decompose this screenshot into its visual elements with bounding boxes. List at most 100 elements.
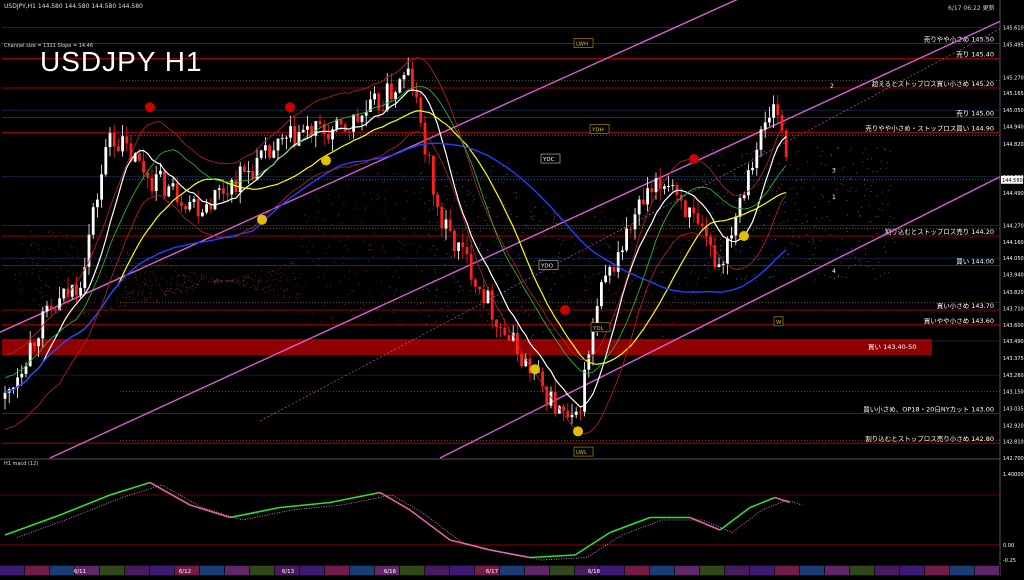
- cloud-dot: [813, 240, 815, 242]
- cloud-dot: [662, 271, 663, 273]
- cloud-dot: [560, 275, 562, 277]
- cloud-dot: [712, 231, 714, 233]
- y-tick-label: 145.050: [1003, 108, 1024, 114]
- cloud-dot: [759, 210, 761, 212]
- candle-body: [280, 138, 284, 140]
- cloud-dot: [266, 280, 268, 282]
- candle-body: [301, 129, 305, 133]
- cloud-dot: [687, 239, 689, 241]
- candle-body: [201, 212, 204, 217]
- cloud-dot: [393, 308, 395, 310]
- cloud-dot: [848, 267, 849, 269]
- date-strip-cell: [300, 566, 324, 575]
- cloud-dot: [118, 276, 119, 278]
- cloud-dot: [495, 237, 497, 239]
- cloud-dot: [790, 164, 792, 166]
- cloud-dot: [662, 336, 664, 338]
- cloud-dot: [160, 263, 162, 265]
- cloud-dot: [650, 270, 652, 271]
- cloud-dot: [268, 271, 270, 273]
- cloud-dot: [197, 284, 199, 286]
- candle-body: [327, 133, 330, 140]
- cloud-dot: [723, 256, 725, 258]
- cloud-dot: [248, 277, 250, 279]
- cloud-dot: [400, 248, 402, 250]
- cloud-dot: [718, 165, 720, 167]
- cloud-dot: [331, 315, 333, 317]
- candle-body: [469, 254, 473, 280]
- candle-body: [108, 132, 112, 147]
- cloud-dot: [189, 272, 191, 274]
- cloud-dot: [282, 296, 284, 298]
- cloud-dot: [24, 237, 26, 239]
- candle-body: [180, 202, 183, 206]
- cloud-dot: [545, 212, 547, 214]
- cloud-dot: [154, 260, 156, 262]
- cloud-dot: [506, 294, 508, 296]
- candle-body: [692, 207, 696, 214]
- cloud-dot: [435, 303, 437, 305]
- cloud-dot: [851, 147, 852, 149]
- cloud-dot: [533, 261, 535, 263]
- candle-body: [385, 83, 389, 111]
- cloud-dot: [83, 311, 85, 313]
- cloud-dot: [15, 274, 16, 276]
- level-label: 売りやや小さめ 145.50: [924, 35, 994, 44]
- cloud-dot: [47, 287, 49, 289]
- cloud-dot: [541, 287, 543, 289]
- candle-body: [784, 130, 788, 158]
- cloud-dot: [149, 280, 151, 282]
- cloud-dot: [597, 272, 599, 274]
- candle-body: [742, 195, 746, 199]
- candle-body: [167, 186, 171, 197]
- cloud-dot: [105, 277, 107, 279]
- cloud-dot: [453, 314, 455, 316]
- cloud-dot: [238, 277, 240, 279]
- cloud-dot: [862, 161, 863, 163]
- cloud-dot: [610, 228, 612, 230]
- date-strip-cell: [675, 566, 699, 575]
- cloud-dot: [93, 280, 94, 281]
- cloud-dot: [53, 260, 55, 262]
- cloud-dot: [791, 277, 792, 279]
- cloud-dot: [614, 292, 616, 294]
- candle-body: [293, 126, 297, 146]
- candle-body: [238, 166, 242, 193]
- cloud-dot: [608, 245, 610, 247]
- cloud-dot: [615, 292, 617, 294]
- cloud-dot: [506, 174, 508, 175]
- cloud-dot: [708, 262, 710, 264]
- y-tick-label: 144.270: [1003, 224, 1024, 230]
- cloud-dot: [402, 244, 404, 246]
- cloud-dot: [112, 267, 114, 269]
- cloud-dot: [351, 290, 353, 291]
- candle-body: [125, 136, 129, 144]
- cloud-dot: [164, 291, 166, 292]
- cloud-dot: [796, 180, 797, 182]
- cloud-dot: [477, 251, 479, 253]
- cloud-dot: [465, 204, 467, 206]
- cloud-dot: [217, 279, 219, 281]
- cloud-dot: [692, 249, 694, 251]
- cloud-dot: [119, 288, 121, 290]
- cloud-dot: [817, 273, 819, 275]
- cloud-dot: [238, 280, 240, 282]
- cloud-dot: [161, 288, 163, 290]
- cloud-dot: [334, 262, 336, 264]
- cloud-dot: [694, 261, 696, 263]
- cloud-dot: [579, 300, 581, 302]
- cloud-dot: [704, 277, 706, 279]
- cloud-dot: [806, 234, 808, 236]
- cloud-dot: [301, 245, 302, 247]
- cloud-dot: [855, 256, 856, 258]
- cloud-dot: [755, 279, 757, 281]
- candle-body: [306, 126, 309, 130]
- cloud-dot: [301, 238, 303, 240]
- cloud-dot: [383, 163, 385, 165]
- cloud-dot: [485, 220, 487, 222]
- cloud-dot: [558, 252, 560, 254]
- macd-tick-label: -0.25: [1003, 558, 1016, 564]
- cloud-dot: [132, 292, 134, 294]
- cloud-dot: [351, 316, 353, 317]
- cloud-dot: [876, 147, 878, 149]
